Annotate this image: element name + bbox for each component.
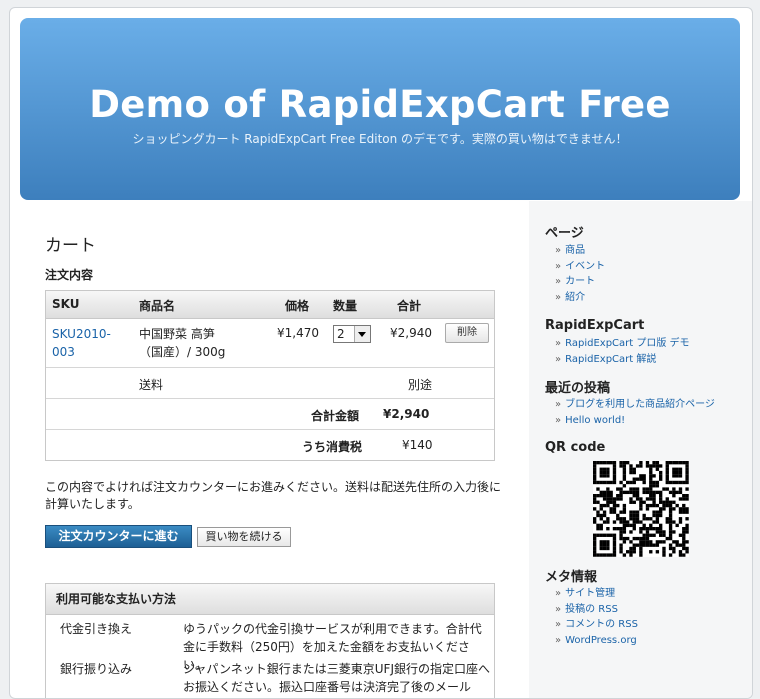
sidebar-item-post[interactable]: » Hello world! (555, 413, 715, 429)
payment-method-name: 銀行振り込み (60, 662, 133, 676)
chevron-down-icon[interactable] (354, 326, 370, 342)
shipping-row: 送料 別途 (46, 368, 494, 399)
sidebar-item-label[interactable]: RapidExpCart プロ版 デモ (565, 338, 689, 349)
page-title: カート (45, 236, 96, 256)
payment-method-row: 代金引き換え ゆうパックの代金引換サービスが利用できます。合計代金に手数料（25… (46, 620, 494, 672)
payment-methods-box: 利用可能な支払い方法 代金引き換え ゆうパックの代金引換サービスが利用できます。… (45, 583, 495, 698)
sidebar-list-recent: » ブログを利用した商品紹介ページ » Hello world! (555, 397, 715, 428)
item-price: ¥1,470 (277, 326, 319, 340)
shipping-value: 別途 (408, 378, 433, 392)
sidebar-list-meta: » サイト管理 » 投稿の RSS » コメントの RSS » WordPress.or… (555, 586, 638, 648)
sidebar-item-admin[interactable]: » サイト管理 (555, 586, 638, 602)
site-header: Demo of RapidExpCart Free ショッピングカート Rapi… (20, 18, 740, 200)
sidebar-item-label[interactable]: カート (565, 276, 595, 287)
cart-table: SKU 商品名 価格 数量 合計 SKU2010- 003 中国野菜 高笋 （国… (45, 290, 495, 461)
shipping-label: 送料 (139, 378, 164, 392)
tax-label: うち消費税 (302, 440, 363, 454)
item-name-line1: 中国野菜 高笋 (139, 327, 215, 341)
payment-method-name: 代金引き換え (60, 622, 133, 636)
order-heading: 注文内容 (45, 268, 94, 282)
sidebar-item-explanation[interactable]: » RapidExpCart 解説 (555, 352, 690, 368)
quantity-value: 2 (337, 327, 345, 341)
sidebar-heading-qr: QR code (545, 440, 606, 455)
sidebar-item-about[interactable]: » 紹介 (555, 290, 605, 306)
payment-method-row: 銀行振り込み ジャパンネット銀行または三菱東京UFJ銀行の指定口座へお振込くださ… (46, 660, 494, 698)
site-title[interactable]: Demo of RapidExpCart Free (20, 83, 740, 126)
sidebar-item-products[interactable]: » 商品 (555, 243, 605, 259)
sidebar-heading-recent: 最近の投稿 (545, 381, 611, 396)
delete-button[interactable]: 削除 (445, 323, 489, 343)
col-price: 価格 (285, 299, 310, 313)
sidebar-item-label[interactable]: 紹介 (565, 292, 585, 303)
sidebar-heading-pages: ページ (545, 226, 584, 241)
site-description: ショッピングカート RapidExpCart Free Editon のデモです… (132, 132, 628, 146)
col-sku: SKU (52, 297, 80, 311)
col-name: 商品名 (139, 299, 176, 313)
continue-shopping-button[interactable]: 買い物を続ける (197, 527, 291, 547)
qr-code-image (593, 461, 689, 557)
sidebar-item-label[interactable]: イベント (565, 261, 605, 272)
sidebar-item-pro-demo[interactable]: » RapidExpCart プロ版 デモ (555, 336, 690, 352)
item-sku-line2[interactable]: 003 (52, 343, 75, 361)
sidebar-item-label[interactable]: WordPress.org (565, 635, 637, 646)
sidebar: ページ » 商品 » イベント » カート » 紹介 RapidExpCart » Rap… (529, 201, 752, 698)
sidebar-item-label[interactable]: コメントの RSS (565, 619, 638, 630)
page-container: Demo of RapidExpCart Free ショッピングカート Rapi… (9, 7, 753, 699)
item-sku-line1[interactable]: SKU2010- (52, 325, 111, 343)
tax-row: うち消費税 ¥140 (46, 430, 494, 460)
checkout-notice: この内容でよければ注文カウンターにお進みください。送料は配送先住所の入力後に計算… (45, 480, 502, 511)
sidebar-heading-meta: メタ情報 (545, 570, 598, 585)
item-name-line2: （国産）/ 300g (139, 345, 226, 359)
quantity-select[interactable]: 2 (333, 325, 371, 343)
sidebar-item-events[interactable]: » イベント (555, 259, 605, 275)
table-row: SKU2010- 003 中国野菜 高笋 （国産）/ 300g ¥1,470 2… (46, 319, 494, 368)
col-qty: 数量 (333, 299, 358, 313)
sidebar-item-cart[interactable]: » カート (555, 274, 605, 290)
payment-method-desc: ジャパンネット銀行または三菱東京UFJ銀行の指定口座へお振込ください。振込口座番… (183, 662, 490, 694)
sidebar-item-label[interactable]: サイト管理 (565, 588, 615, 599)
grand-total-label: 合計金額 (311, 409, 360, 423)
sidebar-list-pages: » 商品 » イベント » カート » 紹介 (555, 243, 605, 305)
sidebar-item-wordpress[interactable]: » WordPress.org (555, 633, 638, 649)
sidebar-item-posts-rss[interactable]: » 投稿の RSS (555, 602, 638, 618)
sidebar-list-rapid: » RapidExpCart プロ版 デモ » RapidExpCart 解説 (555, 336, 690, 367)
sidebar-item-label[interactable]: 商品 (565, 245, 585, 256)
checkout-button[interactable]: 注文カウンターに進む (45, 525, 192, 548)
item-total: ¥2,940 (390, 326, 432, 340)
sidebar-item-label[interactable]: 投稿の RSS (565, 604, 618, 615)
sidebar-heading-rapid: RapidExpCart (545, 318, 645, 333)
payment-heading: 利用可能な支払い方法 (46, 584, 494, 615)
col-total: 合計 (397, 299, 422, 313)
sidebar-item-label[interactable]: Hello world! (565, 415, 625, 426)
sidebar-item-label[interactable]: RapidExpCart 解説 (565, 354, 656, 365)
tax-value: ¥140 (402, 438, 433, 452)
sidebar-item-comments-rss[interactable]: » コメントの RSS (555, 617, 638, 633)
qr-code-icon (593, 461, 689, 557)
grand-total-value: ¥2,940 (383, 407, 430, 421)
sidebar-item-label[interactable]: ブログを利用した商品紹介ページ (565, 399, 715, 410)
sidebar-item-post[interactable]: » ブログを利用した商品紹介ページ (555, 397, 715, 413)
grand-total-row: 合計金額 ¥2,940 (46, 399, 494, 430)
table-header: SKU 商品名 価格 数量 合計 (46, 291, 494, 319)
